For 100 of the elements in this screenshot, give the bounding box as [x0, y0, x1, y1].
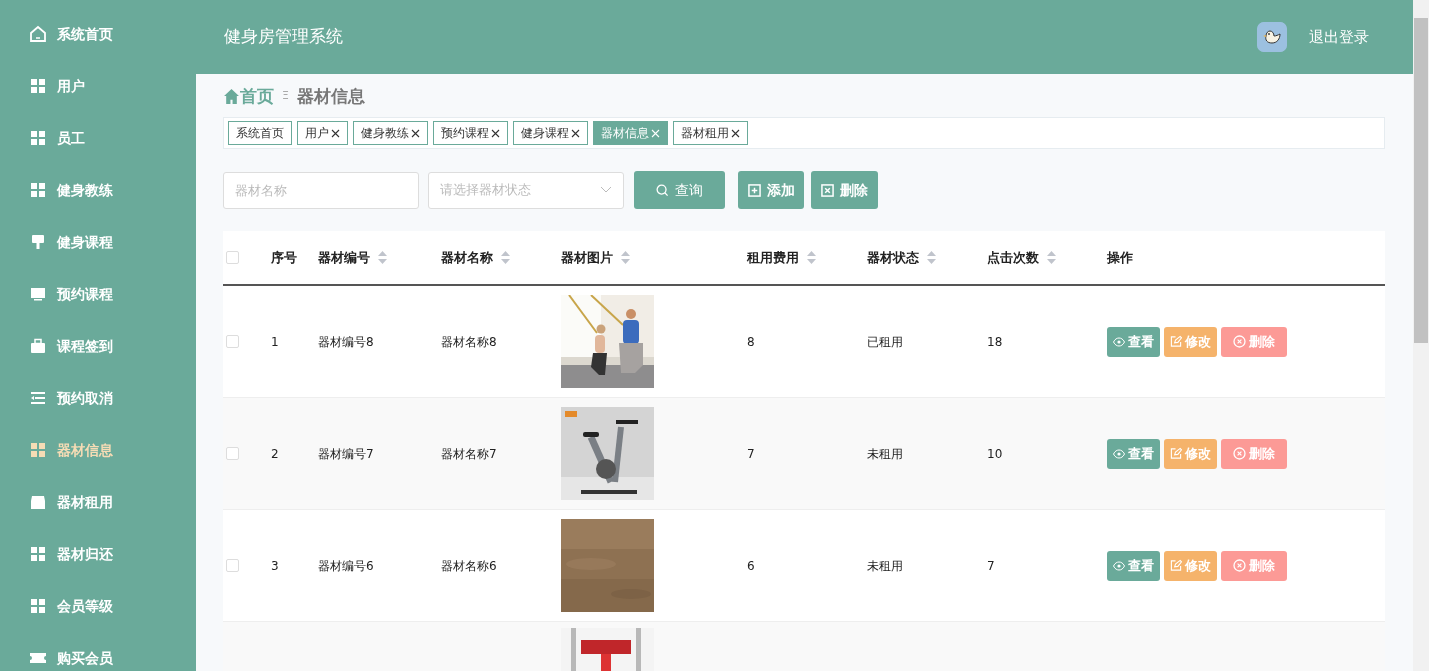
list-indent-icon [29, 389, 47, 407]
close-icon[interactable] [331, 129, 340, 138]
monitor-icon [29, 285, 47, 303]
grid-icon [29, 545, 47, 563]
table-cell: 18 [987, 334, 1003, 349]
table-cell: 6 [747, 558, 755, 573]
delete-button[interactable]: 删除 [1221, 438, 1287, 469]
search-icon [656, 183, 669, 197]
sort-icon[interactable] [927, 251, 936, 264]
name-search-field[interactable]: 器材名称 [223, 171, 419, 209]
column-header[interactable]: 器材名称 [441, 247, 510, 268]
table-cell: 2 [271, 446, 279, 461]
tab[interactable]: 用户 [297, 121, 348, 145]
duck-avatar-icon[interactable] [1257, 22, 1287, 52]
tab[interactable]: 器材信息 [593, 121, 668, 145]
column-header: 操作 [1107, 248, 1133, 267]
edit-button[interactable]: 修改 [1164, 550, 1217, 581]
home-icon [29, 25, 47, 43]
logout-link[interactable]: 退出登录 [1303, 24, 1375, 50]
sidebar-item[interactable]: 预约课程 [0, 268, 196, 320]
column-header: 序号 [271, 248, 297, 267]
column-header[interactable]: 点击次数 [987, 247, 1056, 268]
sidebar-item[interactable]: 器材租用 [0, 476, 196, 528]
delete-button[interactable]: 删除 [1221, 550, 1287, 581]
row-checkbox[interactable] [226, 447, 239, 460]
sort-icon[interactable] [621, 251, 630, 264]
close-icon[interactable] [571, 129, 580, 138]
home-icon [223, 88, 240, 105]
sidebar-item[interactable]: 用户 [0, 60, 196, 112]
close-icon[interactable] [491, 129, 500, 138]
column-header[interactable]: 器材状态 [867, 247, 936, 268]
scrollbar[interactable] [1413, 0, 1429, 671]
table-cell: 未租用 [867, 446, 903, 461]
sidebar-item[interactable]: 预约取消 [0, 372, 196, 424]
delete-button[interactable]: 删除 [1221, 326, 1287, 357]
table-cell: 已租用 [867, 334, 903, 349]
sidebar-item[interactable]: 购买会员 [0, 632, 196, 671]
column-header[interactable]: 器材编号 [318, 247, 387, 268]
tab[interactable]: 健身课程 [513, 121, 588, 145]
delete-button[interactable]: 删除 [811, 171, 878, 209]
table-cell: 器材名称6 [441, 558, 497, 573]
table-cell: 器材名称7 [441, 446, 497, 461]
sidebar-item[interactable]: 器材信息 [0, 424, 196, 476]
table-cell: 8 [747, 334, 755, 349]
breadcrumb-current: 器材信息 [296, 84, 365, 108]
eye-icon [1113, 559, 1125, 572]
brush-icon [29, 233, 47, 251]
sort-icon[interactable] [378, 251, 387, 264]
close-icon[interactable] [731, 129, 740, 138]
sort-icon[interactable] [1047, 251, 1056, 264]
view-button[interactable]: 查看 [1107, 326, 1160, 357]
edit-button[interactable]: 修改 [1164, 326, 1217, 357]
view-button[interactable]: 查看 [1107, 438, 1160, 469]
table-cell: 7 [987, 558, 995, 573]
grid-icon [29, 77, 47, 95]
close-icon[interactable] [411, 129, 420, 138]
eye-icon [1113, 335, 1125, 348]
row-checkbox[interactable] [226, 559, 239, 572]
tab[interactable]: 系统首页 [228, 121, 292, 145]
table-cell: 3 [271, 558, 279, 573]
grid-icon [29, 441, 47, 459]
close-circle-icon [1233, 447, 1246, 460]
sidebar-item[interactable]: 员工 [0, 112, 196, 164]
sort-icon[interactable] [501, 251, 510, 264]
sidebar-item[interactable]: 健身课程 [0, 216, 196, 268]
sidebar-item[interactable]: 器材归还 [0, 528, 196, 580]
app-title: 健身房管理系统 [224, 25, 343, 49]
select-all-checkbox[interactable] [226, 251, 239, 264]
grid-icon [29, 181, 47, 199]
table-cell: 器材编号7 [318, 446, 374, 461]
sidebar-item[interactable]: 系统首页 [0, 8, 196, 60]
edit-icon [1170, 559, 1182, 572]
edit-icon [1170, 335, 1182, 348]
tab[interactable]: 预约课程 [433, 121, 508, 145]
eye-icon [1113, 447, 1125, 460]
table-cell: 器材编号6 [318, 558, 374, 573]
chevron-down-icon [600, 186, 612, 194]
column-header[interactable]: 租用费用 [747, 247, 816, 268]
tab[interactable]: 健身教练 [353, 121, 428, 145]
view-button[interactable]: 查看 [1107, 550, 1160, 581]
row-checkbox[interactable] [226, 335, 239, 348]
close-circle-icon [1233, 335, 1246, 348]
sidebar-item[interactable]: 课程签到 [0, 320, 196, 372]
search-button[interactable]: 查询 [634, 171, 725, 209]
table-cell: 未租用 [867, 558, 903, 573]
grid-icon [29, 597, 47, 615]
tab[interactable]: 器材租用 [673, 121, 748, 145]
add-button[interactable]: 添加 [738, 171, 804, 209]
shop-icon [29, 493, 47, 511]
sidebar-item[interactable]: 健身教练 [0, 164, 196, 216]
table-cell: 器材编号8 [318, 334, 374, 349]
plus-square-icon [747, 183, 761, 197]
briefcase-icon [29, 337, 47, 355]
sort-icon[interactable] [807, 251, 816, 264]
breadcrumb-home-link[interactable]: 首页 [223, 83, 274, 110]
sidebar-item[interactable]: 会员等级 [0, 580, 196, 632]
status-select[interactable]: 请选择器材状态 [428, 171, 624, 209]
table-cell: 1 [271, 334, 279, 349]
edit-button[interactable]: 修改 [1164, 438, 1217, 469]
column-header[interactable]: 器材图片 [561, 247, 630, 268]
